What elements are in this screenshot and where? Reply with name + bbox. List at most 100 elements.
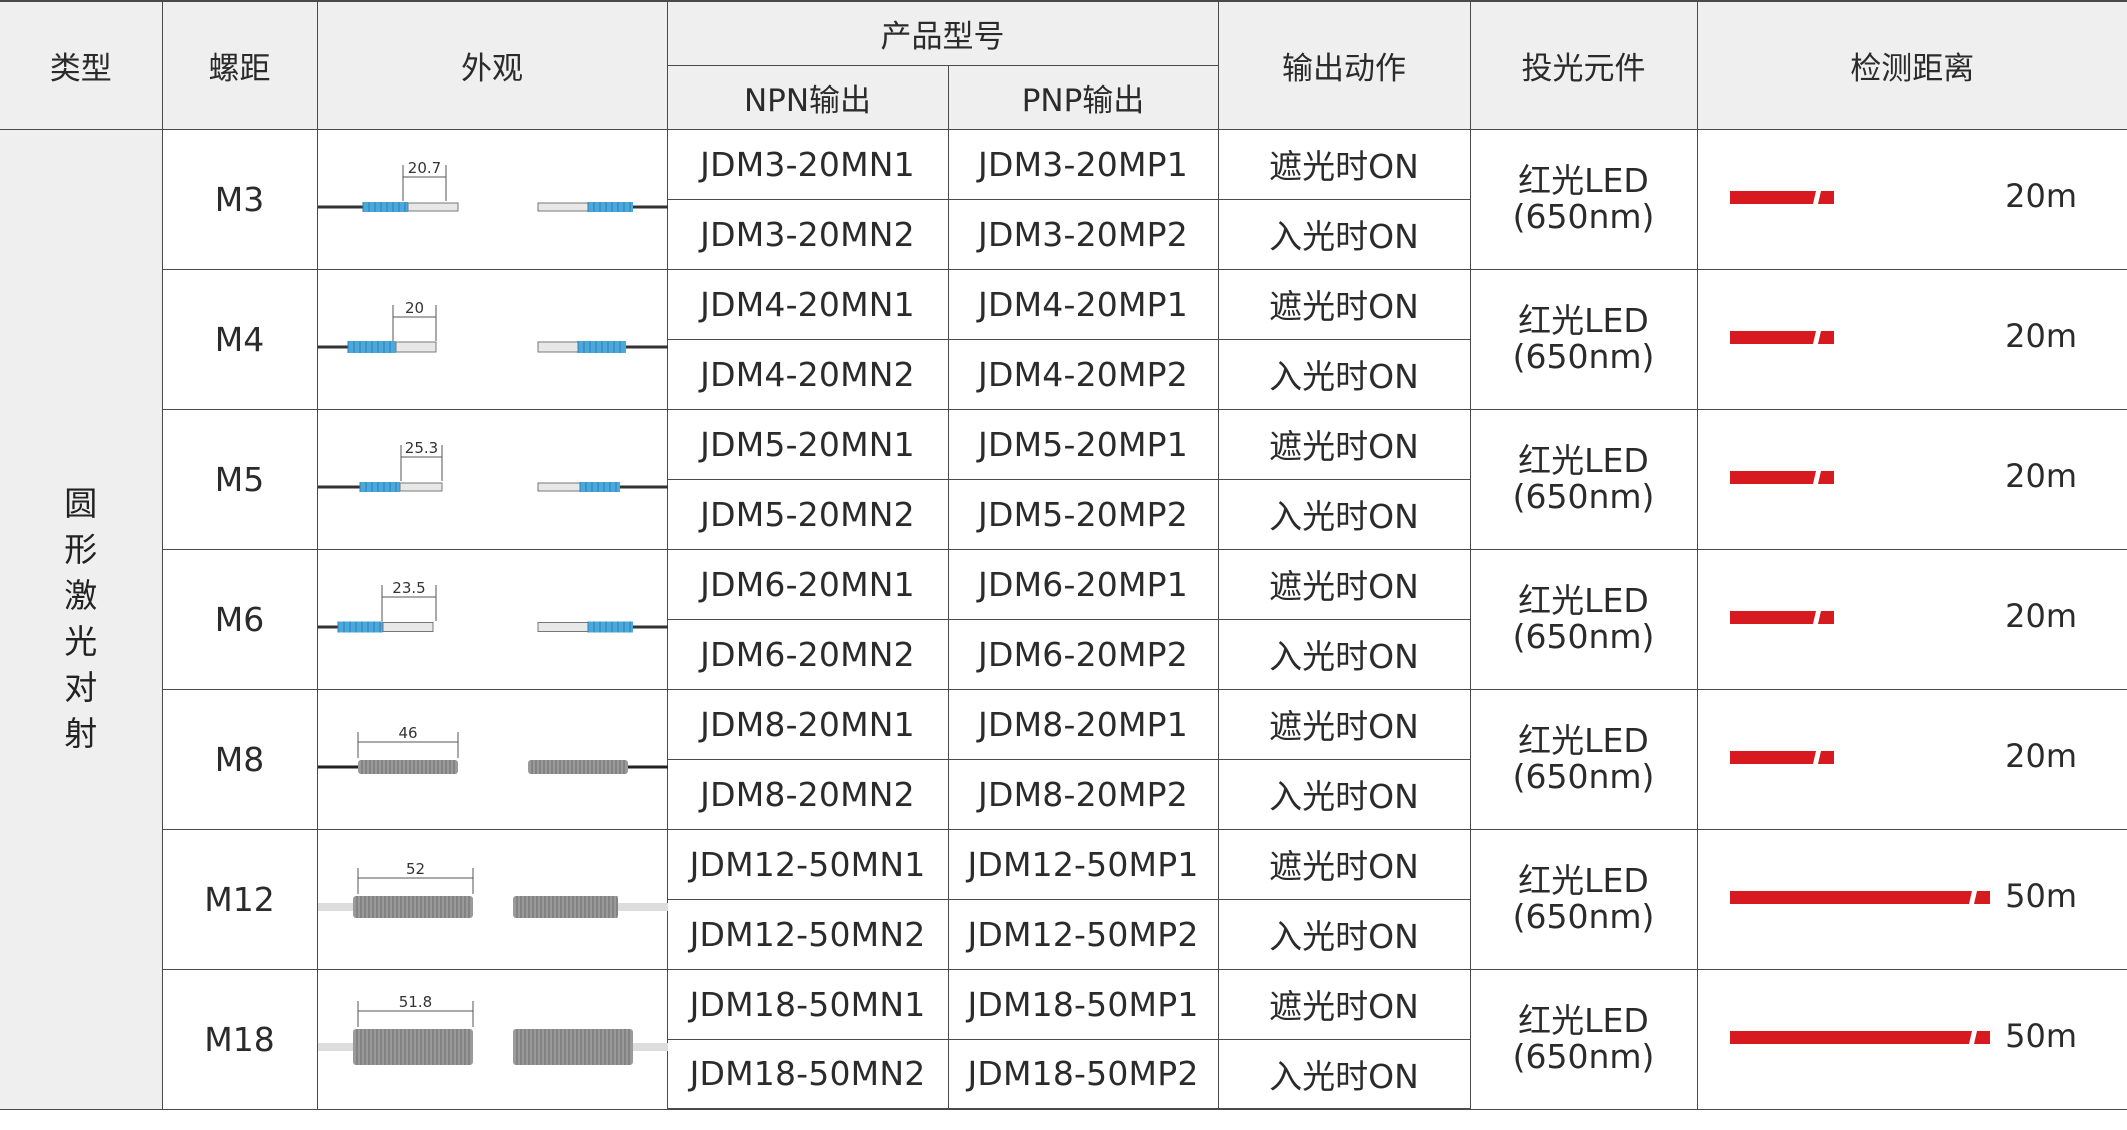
npn-model: JDM4-20MN1 xyxy=(666,268,949,340)
header-pnp: PNP输出 xyxy=(947,64,1219,130)
output-action: 遮光时ON xyxy=(1217,968,1471,1040)
emitter-type: 红光LED xyxy=(1518,721,1649,760)
output-action: 遮光时ON xyxy=(1217,688,1471,760)
sensor-drawing: 20 xyxy=(317,299,668,353)
pnp-model: JDM3-20MP2 xyxy=(947,198,1219,270)
appearance-cell: 52 xyxy=(316,828,668,970)
pnp-model: JDM5-20MP1 xyxy=(947,408,1219,480)
spec-sheet: 类型 螺距 外观 产品型号 输出动作 投光元件 检测距离 NPN输出 PNP输出… xyxy=(0,0,2127,1130)
distance-value: 20m xyxy=(2005,737,2077,775)
table-body: 圆形激光对射 M3 20.7 JDM3-20MN1 JDM3-20MP1 遮光时ON 红光L… xyxy=(0,128,2127,1110)
pitch-cell: M8 xyxy=(161,688,318,830)
header-model-group: 产品型号 xyxy=(666,0,1219,66)
output-action: 遮光时ON xyxy=(1217,268,1471,340)
dimension-label: 20.7 xyxy=(407,159,440,177)
sensor-drawing: 20.7 xyxy=(317,159,668,212)
appearance-cell: 46 xyxy=(316,688,668,830)
beam-tip xyxy=(1817,751,1834,764)
npn-model: JDM12-50MN1 xyxy=(666,828,949,900)
distance-value: 20m xyxy=(2005,457,2077,495)
beam-main xyxy=(1729,751,1816,764)
pnp-model: JDM8-20MP2 xyxy=(947,758,1219,830)
output-action: 入光时ON xyxy=(1217,478,1471,550)
emitter-cell: 红光LED (650nm) xyxy=(1469,548,1698,690)
pnp-model: JDM6-20MP2 xyxy=(947,618,1219,690)
distance-value: 20m xyxy=(2005,597,2077,635)
npn-model: JDM3-20MN1 xyxy=(666,128,949,200)
product-spec-table: 类型 螺距 外观 产品型号 输出动作 投光元件 检测距离 NPN输出 PNP输出… xyxy=(0,0,2127,1110)
beam-main xyxy=(1729,891,1972,904)
table-row: 圆形激光对射 M3 20.7 JDM3-20MN1 JDM3-20MP1 遮光时ON 红光L… xyxy=(0,128,2127,1110)
npn-model: JDM5-20MN1 xyxy=(666,408,949,480)
appearance-cell: 51.8 xyxy=(316,968,668,1110)
beam-tip xyxy=(1817,471,1834,484)
distance-value: 20m xyxy=(2005,177,2077,215)
table-row: M5 25.3 JDM5-20MN1 JDM5-20MP1 遮光时ON 红光LED (650… xyxy=(0,408,2127,550)
distance-cell: 20m xyxy=(1696,408,2127,550)
dimension-label: 23.5 xyxy=(392,579,425,597)
pnp-model: JDM3-20MP1 xyxy=(947,128,1219,200)
pitch-cell: M3 xyxy=(161,128,318,270)
distance-cell: 20m xyxy=(1696,268,2127,410)
beam-main xyxy=(1729,611,1816,624)
output-action: 遮光时ON xyxy=(1217,548,1471,620)
table-row: M18 51.8 JDM18-50MN1 JDM18-50MP1 遮光时ON 红光LED(… xyxy=(0,968,2127,1110)
pitch-cell: M12 xyxy=(161,828,318,970)
distance-value: 20m xyxy=(2005,317,2077,355)
emitter-wavelength: (650nm) xyxy=(1512,197,1655,236)
distance-value: 50m xyxy=(2005,877,2077,915)
type-cell: 圆形激光对射 xyxy=(0,128,163,1110)
pnp-model: JDM4-20MP1 xyxy=(947,268,1219,340)
header-type: 类型 xyxy=(0,0,163,130)
npn-model: JDM3-20MN2 xyxy=(666,198,949,270)
output-action: 遮光时ON xyxy=(1217,128,1471,200)
emitter-type: 红光LED xyxy=(1518,161,1649,200)
npn-model: JDM6-20MN2 xyxy=(666,618,949,690)
emitter-type: 红光LED xyxy=(1518,861,1649,900)
sensor-drawing: 25.3 xyxy=(317,439,668,492)
emitter-cell: 红光LED (650nm) xyxy=(1469,688,1698,830)
sensor-drawing: 51.8 xyxy=(317,993,668,1065)
distance-cell: 50m xyxy=(1696,968,2127,1110)
appearance-cell: 23.5 xyxy=(316,548,668,690)
distance-cell: 20m xyxy=(1696,688,2127,830)
pnp-model: JDM5-20MP2 xyxy=(947,478,1219,550)
emitter-cell: 红光LED (650nm) xyxy=(1469,968,1698,1110)
type-label: 圆形激光对射 xyxy=(64,484,98,753)
beam-main xyxy=(1729,471,1816,484)
pnp-model: JDM4-20MP2 xyxy=(947,338,1219,410)
dimension-label: 25.3 xyxy=(404,439,437,457)
beam-main xyxy=(1729,1031,1972,1044)
appearance-cell: 20 xyxy=(316,268,668,410)
npn-model: JDM6-20MN1 xyxy=(666,548,949,620)
npn-model: JDM12-50MN2 xyxy=(666,898,949,970)
sensor-drawing: 52 xyxy=(317,860,668,918)
npn-model: JDM18-50MN2 xyxy=(666,1038,949,1110)
emitter-cell: 红光LED (650nm) xyxy=(1469,268,1698,410)
beam-main xyxy=(1729,191,1816,204)
dimension-label: 51.8 xyxy=(398,993,431,1011)
pitch-cell: M4 xyxy=(161,268,318,410)
table-row: M4 20 JDM4-20MN1 JDM4-20MP1 遮光时ON 红光LED (650nm… xyxy=(0,268,2127,410)
table-row: M6 23.5 JDM6-20MN1 JDM6-20MP1 遮光时ON 红光LED (650… xyxy=(0,548,2127,690)
beam-tip xyxy=(1817,331,1834,344)
output-action: 遮光时ON xyxy=(1217,828,1471,900)
pnp-model: JDM18-50MP2 xyxy=(947,1038,1219,1110)
output-action: 入光时ON xyxy=(1217,338,1471,410)
emitter-wavelength: (650nm) xyxy=(1512,1037,1655,1076)
npn-model: JDM5-20MN2 xyxy=(666,478,949,550)
pnp-model: JDM8-20MP1 xyxy=(947,688,1219,760)
output-action: 入光时ON xyxy=(1217,198,1471,270)
appearance-cell: 20.7 xyxy=(316,128,668,270)
pitch-cell: M5 xyxy=(161,408,318,550)
header-pitch: 螺距 xyxy=(161,0,318,130)
appearance-cell: 25.3 xyxy=(316,408,668,550)
emitter-cell: 红光LED (650nm) xyxy=(1469,828,1698,970)
header-appearance: 外观 xyxy=(316,0,668,130)
dimension-label: 20 xyxy=(404,299,423,317)
sensor-drawing: 46 xyxy=(317,724,668,774)
npn-model: JDM4-20MN2 xyxy=(666,338,949,410)
header-action: 输出动作 xyxy=(1217,0,1471,130)
beam-tip xyxy=(1973,891,1990,904)
beam-tip xyxy=(1817,611,1834,624)
